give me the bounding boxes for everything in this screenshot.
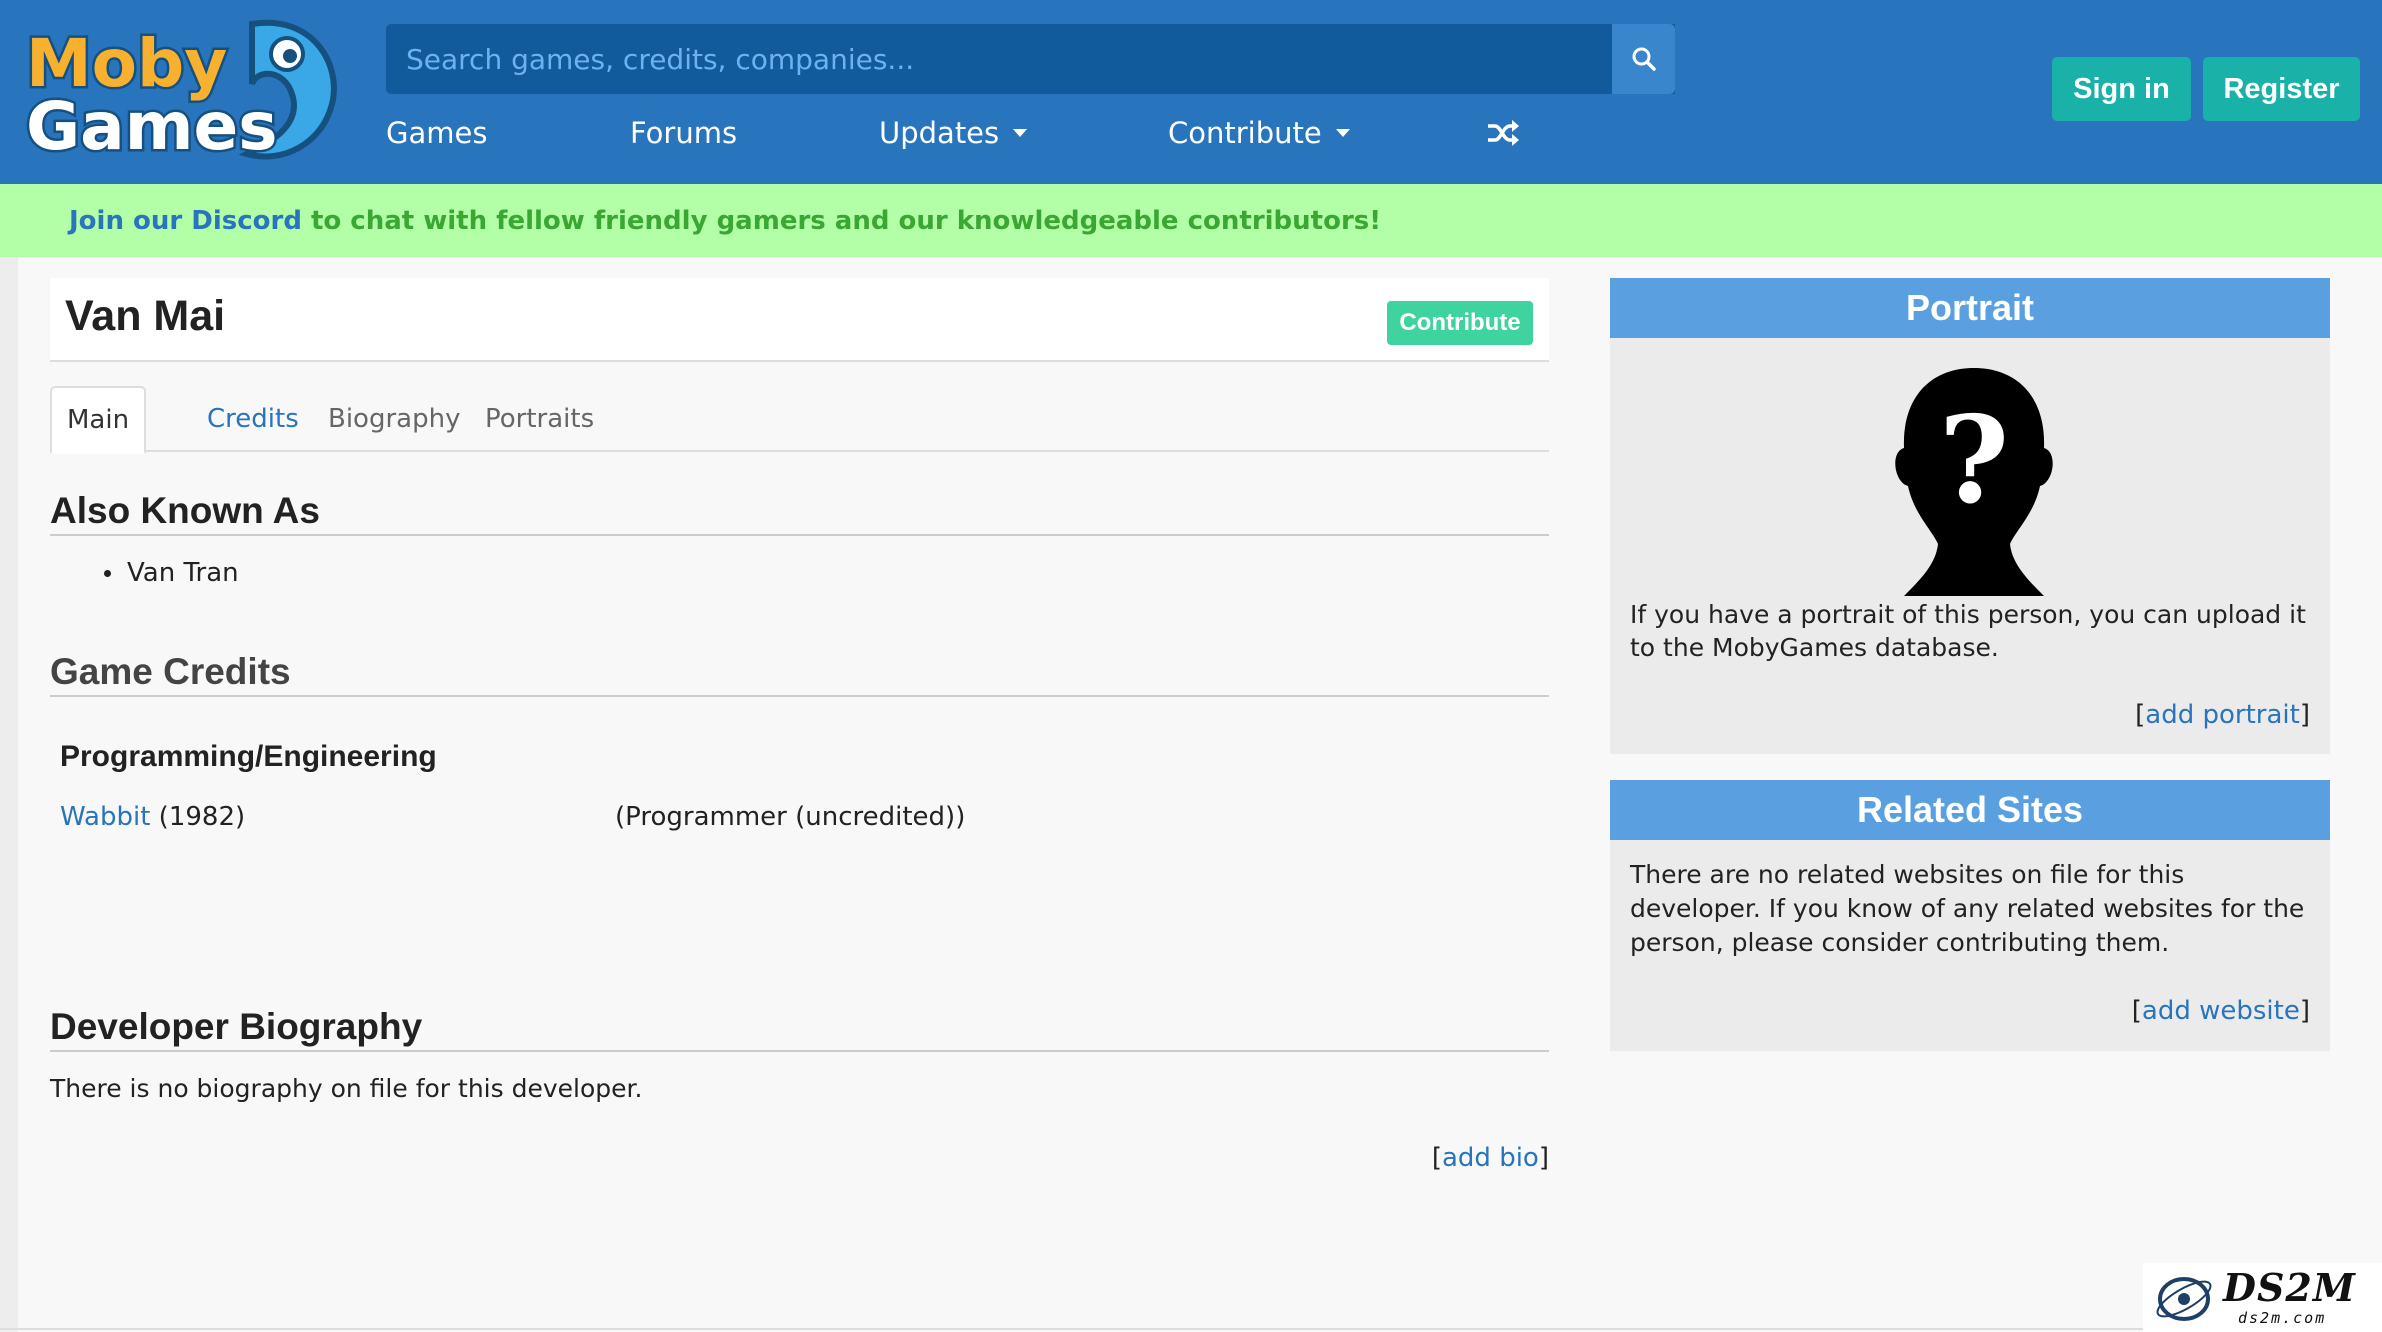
shuffle-icon [1488,120,1519,146]
chevron-down-icon [1335,129,1350,137]
add-bio-link-wrapper: [add bio] [1431,1143,1549,1173]
nav-forums-label: Forums [630,116,738,150]
watermark-logo-icon [2156,1277,2212,1321]
portrait-heading: Portrait [1610,278,2330,338]
search-button[interactable] [1612,24,1675,94]
credit-role-group: Programming/Engineering [60,740,437,773]
nav-games-label: Games [386,116,488,150]
watermark-url: ds2m.com [2238,1309,2327,1327]
game-credits-heading: Game Credits [50,651,1549,697]
credit-game-link[interactable]: Wabbit [60,802,150,832]
register-button[interactable]: Register [2203,57,2360,121]
biography-heading: Developer Biography [50,1006,1549,1052]
related-sites-heading: Related Sites [1610,780,2330,840]
search-input[interactable] [386,24,1675,94]
watermark-title: DS2M [2223,1265,2356,1310]
add-bio-link[interactable]: add bio [1442,1143,1539,1173]
discord-banner: Join our Discord to chat with fellow fri… [0,184,2382,257]
discord-link[interactable]: Join our Discord [69,206,302,236]
footer-divider [0,1328,2143,1330]
tab-main[interactable]: Main [50,386,147,454]
portrait-panel: Portrait ? If you have a portrait of thi… [1610,278,2330,754]
aka-heading: Also Known As [50,490,1549,536]
discord-banner-text: to chat with fellow friendly gamers and … [310,205,1382,236]
nav-forums[interactable]: Forums [630,116,737,150]
add-portrait-link-wrapper: [add portrait] [2135,700,2310,730]
svg-text:?: ? [1939,390,2009,531]
credit-year: (1982) [158,802,246,832]
watermark: DS2M ds2m.com [2143,1263,2382,1332]
list-item: Van Tran [104,558,239,588]
credit-role: (Programmer (uncredited)) [615,802,966,832]
person-title-card: Van Mai Contribute [50,278,1549,362]
portrait-text: If you have a portrait of this person, y… [1630,600,2306,662]
page-title: Van Mai [65,292,226,340]
search-icon [1632,47,1656,71]
nav-games[interactable]: Games [386,116,487,150]
chevron-down-icon [1013,129,1028,137]
nav-contribute-label: Contribute [1168,116,1322,150]
related-sites-text: There are no related websites on file fo… [1630,860,2305,957]
nav-updates-label: Updates [879,116,1000,150]
tab-biography[interactable]: Biography [314,386,475,452]
search-box [386,24,1675,94]
site-header: Moby Games Games Forums Updates Contribu… [0,0,2382,184]
add-website-link-wrapper: [add website] [2131,996,2310,1026]
mobygames-logo[interactable]: Moby Games [22,14,342,164]
page-left-margin [0,257,18,1332]
person-tabs: Main Credits Biography Portraits [50,386,1549,454]
add-website-link[interactable]: add website [2142,996,2300,1026]
add-portrait-link[interactable]: add portrait [2145,700,2300,730]
random-game-button[interactable] [1486,118,1520,152]
aka-name: Van Tran [127,558,239,588]
nav-updates[interactable]: Updates [879,116,1028,150]
related-sites-panel: Related Sites There are no related websi… [1610,780,2330,1051]
sign-in-button[interactable]: Sign in [2052,57,2191,121]
tab-credits[interactable]: Credits [192,386,314,452]
biography-text: There is no biography on file for this d… [50,1074,643,1103]
bullet-icon [104,569,111,577]
nav-contribute[interactable]: Contribute [1168,116,1350,150]
tab-portraits[interactable]: Portraits [470,386,609,452]
table-row: Wabbit (1982) (Programmer (uncredited)) [60,802,1060,832]
contribute-button[interactable]: Contribute [1387,301,1533,345]
unknown-person-icon: ? [1895,368,2053,596]
svg-text:Games: Games [26,88,278,164]
